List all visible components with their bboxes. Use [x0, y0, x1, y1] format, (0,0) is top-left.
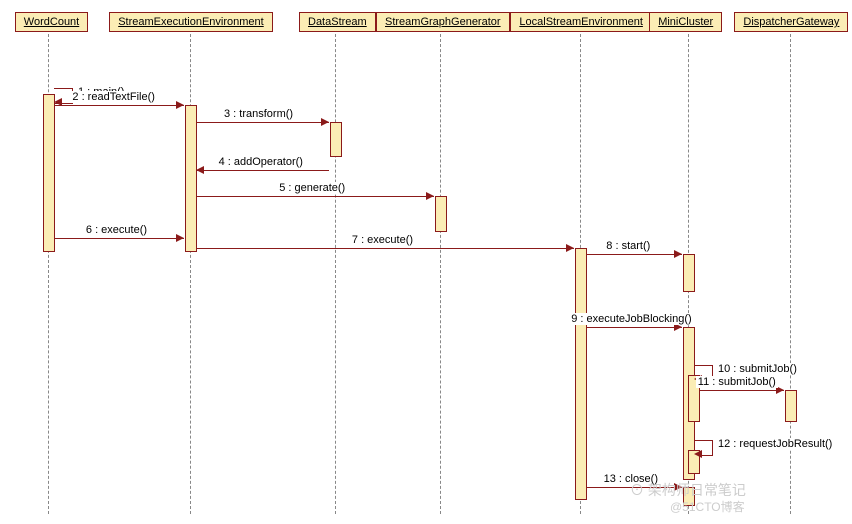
arrow-12: [694, 450, 702, 458]
arrow-6: [176, 234, 184, 242]
arrow-13: [674, 483, 682, 491]
lifeline-head-lse: LocalStreamEnvironment: [510, 12, 652, 32]
lifeline-head-dg: DispatcherGateway: [734, 12, 848, 32]
watermark-line2: @51CTO博客: [670, 498, 745, 515]
activation-see: [185, 105, 197, 252]
msg-label-9: 9 : executeJobBlocking(): [569, 313, 693, 325]
activation-sgg: [435, 196, 447, 232]
arrow-7: [566, 244, 574, 252]
msg-label-10: 10 : submitJob(): [716, 363, 799, 375]
msg-label-3: 3 : transform(): [222, 108, 295, 120]
msg-label-7: 7 : execute(): [350, 234, 415, 246]
lifeline-head-ds: DataStream: [299, 12, 376, 32]
msg-line-7: [196, 248, 574, 249]
msg-line-13: [586, 487, 682, 488]
msg-label-11: 11 : submitJob(): [696, 376, 778, 388]
activation-wc: [43, 94, 55, 252]
activation-mc: [683, 254, 695, 292]
lifeline-sgg: [440, 34, 441, 514]
msg-line-6: [54, 238, 184, 239]
arrow-5: [426, 192, 434, 200]
msg-line-5: [196, 196, 434, 197]
msg-line-2: [54, 105, 184, 106]
msg-line-4: [196, 170, 329, 171]
msg-label-5: 5 : generate(): [277, 182, 347, 194]
lifeline-head-sgg: StreamGraphGenerator: [376, 12, 510, 32]
msg-label-4: 4 : addOperator(): [217, 156, 305, 168]
msg-label-12: 12 : requestJobResult(): [716, 438, 834, 450]
lifeline-head-wc: WordCount: [15, 12, 88, 32]
activation-dg: [785, 390, 797, 422]
msg-line-11: [694, 390, 784, 391]
activation-mc: [683, 487, 695, 506]
arrow-4: [196, 166, 204, 174]
lifeline-head-see: StreamExecutionEnvironment: [109, 12, 273, 32]
sequence-diagram: WordCount StreamExecutionEnvironment DataS…: [0, 0, 852, 524]
msg-line-9: [586, 327, 682, 328]
msg-line-8: [586, 254, 682, 255]
msg-line-3: [196, 122, 329, 123]
arrow-1: [54, 98, 62, 106]
msg-label-8: 8 : start(): [604, 240, 652, 252]
lifeline-head-mc: MiniCluster: [649, 12, 722, 32]
lifeline-ds: [335, 34, 336, 514]
msg-label-13: 13 : close(): [602, 473, 660, 485]
msg-label-6: 6 : execute(): [84, 224, 149, 236]
activation-ds: [330, 122, 342, 157]
arrow-8: [674, 250, 682, 258]
activation-lse: [575, 248, 587, 500]
arrow-2: [176, 101, 184, 109]
arrow-3: [321, 118, 329, 126]
msg-label-2: 2 : readTextFile(): [70, 91, 157, 103]
